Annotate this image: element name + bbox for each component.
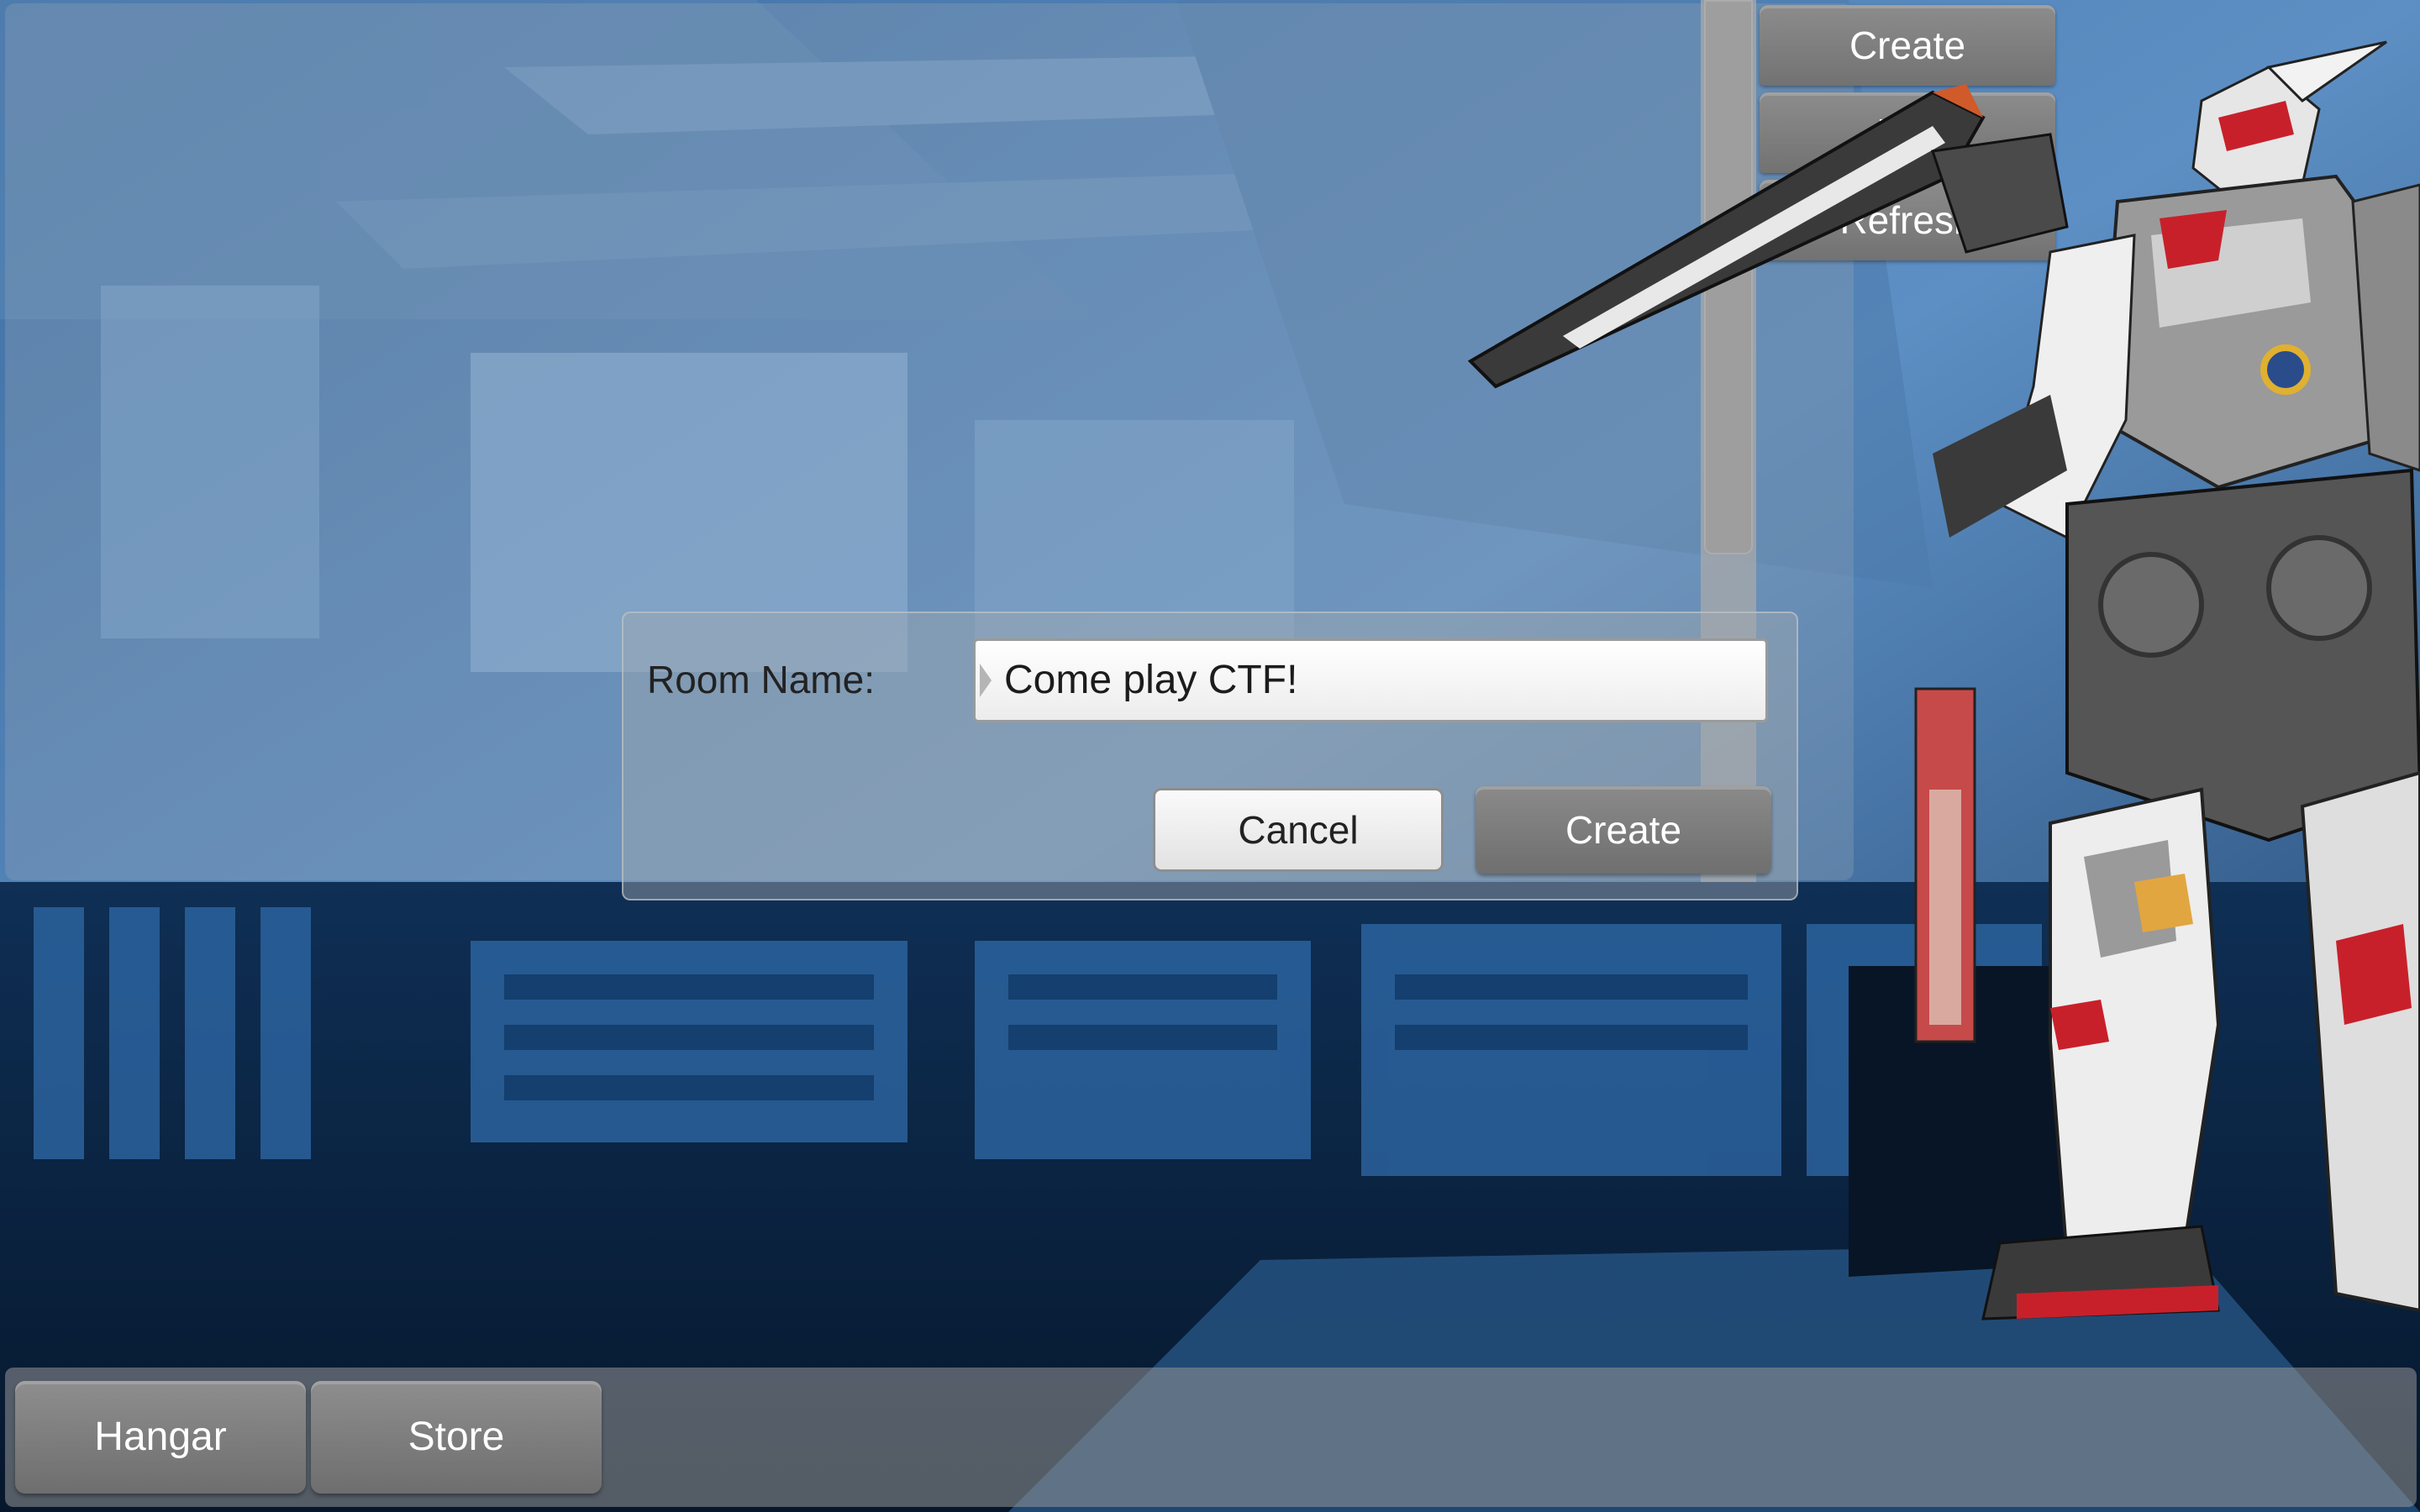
store-button[interactable]: Store [311,1381,602,1494]
room-name-input[interactable]: Come play CTF! [973,638,1768,722]
cancel-button[interactable]: Cancel [1153,788,1444,872]
text-caret-icon [980,664,992,697]
hangar-button[interactable]: Hangar [15,1381,306,1494]
room-name-label: Room Name: [647,658,875,701]
create-room-button[interactable]: Create [1476,786,1771,874]
